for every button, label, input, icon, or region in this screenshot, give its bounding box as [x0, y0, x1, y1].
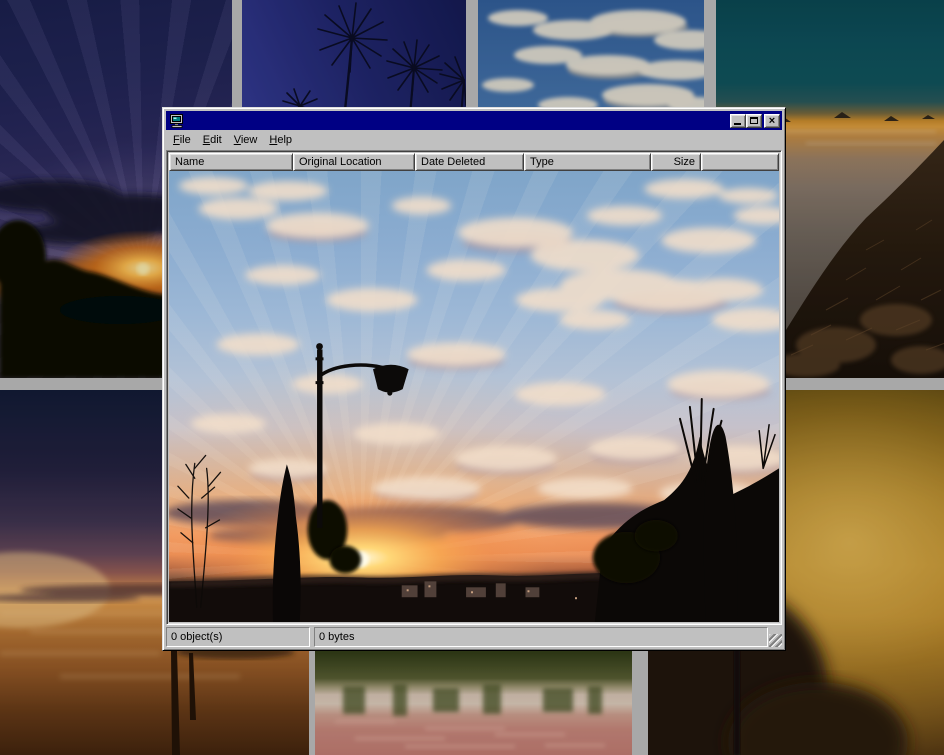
close-icon: ×	[769, 116, 775, 126]
menu-file[interactable]: File	[167, 132, 197, 148]
column-header-row: Name Original Location Date Deleted Type…	[169, 153, 779, 171]
menu-view[interactable]: View	[228, 132, 264, 148]
column-header-filler	[701, 153, 779, 171]
column-header-size[interactable]: Size	[651, 153, 701, 171]
column-header-date-deleted[interactable]: Date Deleted	[415, 153, 524, 171]
desktop-collage: × File Edit View Help Name Original Loca…	[0, 0, 944, 755]
resize-grip[interactable]	[769, 634, 782, 647]
close-button[interactable]: ×	[764, 114, 780, 128]
menu-help[interactable]: Help	[263, 132, 298, 148]
menu-edit[interactable]: Edit	[197, 132, 228, 148]
column-header-original-location[interactable]: Original Location	[293, 153, 415, 171]
file-listview: Name Original Location Date Deleted Type…	[166, 150, 782, 625]
column-header-type[interactable]: Type	[524, 153, 651, 171]
statusbar: 0 object(s) 0 bytes	[166, 627, 782, 647]
sunset-photo-art	[169, 171, 779, 622]
recycle-bin-window: × File Edit View Help Name Original Loca…	[162, 107, 786, 651]
maximize-button[interactable]	[746, 114, 762, 128]
column-header-name[interactable]: Name	[169, 153, 293, 171]
titlebar[interactable]: ×	[166, 111, 782, 130]
status-object-count: 0 object(s)	[166, 627, 310, 647]
listview-body-sunset-photo[interactable]	[169, 171, 779, 622]
minimize-button[interactable]	[730, 114, 746, 128]
minimize-icon	[734, 123, 741, 125]
menubar: File Edit View Help	[166, 130, 782, 150]
program-computer-icon	[169, 114, 184, 128]
status-size: 0 bytes	[314, 627, 768, 647]
maximize-icon	[750, 117, 758, 124]
